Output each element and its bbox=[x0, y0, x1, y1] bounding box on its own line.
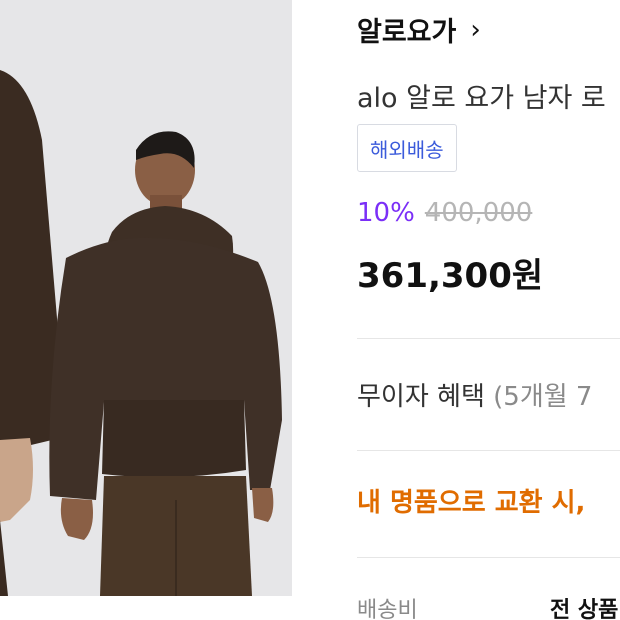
exchange-promo-banner[interactable]: 내 명품으로 교환 시, bbox=[357, 482, 585, 519]
divider bbox=[357, 557, 620, 558]
product-title: alo 알로 요가 남자 로 bbox=[357, 83, 606, 114]
shipping-label: 배송비 bbox=[357, 598, 418, 620]
brand-link[interactable]: 알로요가 › bbox=[357, 10, 481, 49]
divider bbox=[357, 450, 620, 451]
discount-row: 10% 400,000 bbox=[357, 198, 532, 228]
installment-detail: (5개월 7 bbox=[493, 382, 593, 412]
divider bbox=[357, 338, 620, 339]
discount-rate: 10% bbox=[357, 198, 415, 228]
original-price: 400,000 bbox=[424, 198, 533, 228]
shipping-value: 전 상품 bbox=[550, 598, 619, 620]
product-image[interactable] bbox=[0, 0, 292, 596]
shipping-row: 배송비 전 상품 bbox=[357, 592, 618, 620]
product-photo-illustration bbox=[0, 0, 292, 596]
product-info-panel: 알로요가 › alo 알로 요가 남자 로 해외배송 10% 400,000 36… bbox=[357, 0, 620, 620]
installment-benefit[interactable]: 무이자 혜택 (5개월 7 bbox=[357, 376, 592, 413]
installment-label: 무이자 혜택 bbox=[357, 382, 485, 412]
sale-price: 361,300원 bbox=[357, 256, 544, 296]
overseas-shipping-badge: 해외배송 bbox=[357, 124, 457, 172]
brand-name: 알로요가 bbox=[357, 17, 457, 48]
chevron-right-icon: › bbox=[470, 14, 481, 45]
